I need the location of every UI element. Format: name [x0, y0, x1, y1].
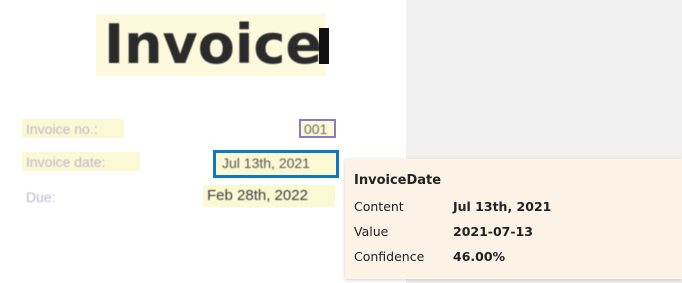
tooltip-field-name: InvoiceDate — [354, 173, 442, 188]
field-tooltip: InvoiceDate Content Jul 13th, 2021 Value… — [345, 159, 682, 279]
tooltip-value-key: Value — [354, 224, 389, 239]
tooltip-confidence-key: Confidence — [354, 249, 425, 264]
invoice-no-label: Invoice no.: — [26, 121, 98, 137]
invoice-no-value: 001 — [304, 121, 328, 137]
tooltip-value-value: 2021-07-13 — [453, 224, 533, 239]
invoice-date-label: Invoice date: — [26, 154, 106, 170]
document-title: Invoice — [104, 13, 322, 76]
due-label: Due: — [26, 189, 56, 205]
text-cursor — [319, 28, 329, 64]
due-value: Feb 28th, 2022 — [207, 187, 308, 204]
tooltip-content-key: Content — [354, 199, 404, 214]
tooltip-confidence-value: 46.00% — [453, 249, 506, 264]
tooltip-content-value: Jul 13th, 2021 — [453, 199, 552, 214]
invoice-date-value: Jul 13th, 2021 — [222, 155, 310, 171]
